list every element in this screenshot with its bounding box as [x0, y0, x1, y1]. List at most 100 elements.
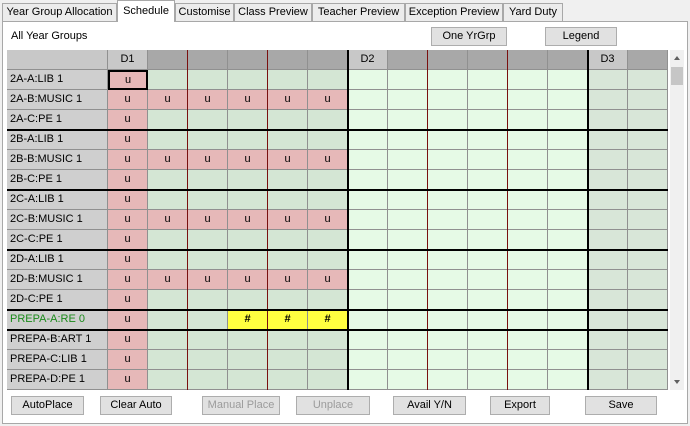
- schedule-cell[interactable]: [428, 250, 468, 270]
- schedule-cell[interactable]: [468, 250, 508, 270]
- schedule-cell[interactable]: [388, 110, 428, 130]
- row-label[interactable]: 2B-C:PE 1: [7, 170, 108, 190]
- schedule-cell[interactable]: [228, 350, 268, 370]
- tab-yard-duty[interactable]: Yard Duty: [503, 3, 563, 21]
- row-label[interactable]: 2D-A:LIB 1: [7, 250, 108, 270]
- schedule-cell[interactable]: [628, 150, 668, 170]
- schedule-cell[interactable]: [588, 150, 628, 170]
- schedule-cell[interactable]: u: [308, 150, 348, 170]
- schedule-cell[interactable]: [508, 230, 548, 250]
- schedule-cell[interactable]: [628, 190, 668, 210]
- schedule-cell[interactable]: #: [268, 310, 308, 330]
- schedule-cell[interactable]: [508, 190, 548, 210]
- schedule-cell[interactable]: [428, 90, 468, 110]
- schedule-cell[interactable]: u: [148, 90, 188, 110]
- schedule-cell[interactable]: [588, 170, 628, 190]
- schedule-cell[interactable]: [148, 230, 188, 250]
- schedule-cell[interactable]: [348, 310, 388, 330]
- schedule-cell[interactable]: [468, 170, 508, 190]
- schedule-cell[interactable]: [508, 170, 548, 190]
- schedule-cell[interactable]: [348, 70, 388, 90]
- schedule-cell[interactable]: #: [228, 310, 268, 330]
- schedule-cell[interactable]: u: [268, 210, 308, 230]
- one-yrgrp-button[interactable]: One YrGrp: [431, 27, 507, 46]
- tab-teacher-preview[interactable]: Teacher Preview: [312, 3, 405, 21]
- schedule-cell[interactable]: [268, 290, 308, 310]
- schedule-cell[interactable]: [588, 350, 628, 370]
- schedule-cell[interactable]: [348, 330, 388, 350]
- schedule-cell[interactable]: [428, 370, 468, 390]
- schedule-cell[interactable]: u: [268, 270, 308, 290]
- schedule-cell[interactable]: [508, 150, 548, 170]
- schedule-cell[interactable]: [628, 330, 668, 350]
- schedule-cell[interactable]: [388, 170, 428, 190]
- schedule-cell[interactable]: [348, 190, 388, 210]
- row-label[interactable]: 2C-A:LIB 1: [7, 190, 108, 210]
- schedule-cell[interactable]: u: [108, 310, 148, 330]
- schedule-cell[interactable]: [468, 190, 508, 210]
- schedule-cell[interactable]: [188, 190, 228, 210]
- schedule-cell[interactable]: u: [108, 290, 148, 310]
- row-label[interactable]: 2C-B:MUSIC 1: [7, 210, 108, 230]
- row-label[interactable]: PREPA-D:PE 1: [7, 370, 108, 390]
- schedule-cell[interactable]: [148, 330, 188, 350]
- schedule-cell[interactable]: u: [308, 210, 348, 230]
- export-button[interactable]: Export: [490, 396, 550, 415]
- schedule-cell[interactable]: [188, 370, 228, 390]
- schedule-cell[interactable]: [348, 350, 388, 370]
- schedule-cell[interactable]: [148, 350, 188, 370]
- schedule-cell[interactable]: [388, 230, 428, 250]
- schedule-cell[interactable]: [428, 170, 468, 190]
- schedule-cell[interactable]: [628, 230, 668, 250]
- row-label[interactable]: 2B-A:LIB 1: [7, 130, 108, 150]
- schedule-cell[interactable]: u: [108, 130, 148, 150]
- schedule-cell[interactable]: [228, 190, 268, 210]
- schedule-cell[interactable]: [388, 90, 428, 110]
- schedule-cell[interactable]: u: [228, 150, 268, 170]
- schedule-cell[interactable]: [268, 70, 308, 90]
- schedule-cell[interactable]: u: [108, 190, 148, 210]
- schedule-cell[interactable]: [548, 230, 588, 250]
- schedule-cell[interactable]: [188, 330, 228, 350]
- schedule-cell[interactable]: [548, 310, 588, 330]
- schedule-cell[interactable]: [508, 330, 548, 350]
- schedule-cell[interactable]: [428, 130, 468, 150]
- schedule-cell[interactable]: [428, 190, 468, 210]
- schedule-cell[interactable]: [588, 290, 628, 310]
- schedule-cell[interactable]: [548, 70, 588, 90]
- scroll-down-button[interactable]: [670, 374, 684, 390]
- schedule-cell[interactable]: [428, 70, 468, 90]
- schedule-cell[interactable]: [268, 190, 308, 210]
- schedule-cell[interactable]: [308, 330, 348, 350]
- schedule-cell[interactable]: [548, 270, 588, 290]
- schedule-cell[interactable]: [308, 190, 348, 210]
- schedule-cell[interactable]: u: [108, 350, 148, 370]
- schedule-cell[interactable]: [508, 250, 548, 270]
- schedule-cell[interactable]: [508, 290, 548, 310]
- schedule-cell[interactable]: [388, 370, 428, 390]
- schedule-cell[interactable]: u: [148, 270, 188, 290]
- schedule-cell[interactable]: u: [108, 370, 148, 390]
- row-label[interactable]: 2A-C:PE 1: [7, 110, 108, 130]
- schedule-cell[interactable]: [348, 270, 388, 290]
- schedule-cell[interactable]: [588, 330, 628, 350]
- schedule-cell[interactable]: [268, 370, 308, 390]
- schedule-cell[interactable]: [508, 110, 548, 130]
- schedule-cell[interactable]: [548, 110, 588, 130]
- schedule-cell[interactable]: [588, 210, 628, 230]
- schedule-cell[interactable]: [428, 310, 468, 330]
- schedule-cell[interactable]: [508, 370, 548, 390]
- schedule-cell[interactable]: [228, 230, 268, 250]
- schedule-cell[interactable]: [468, 330, 508, 350]
- schedule-cell[interactable]: [188, 250, 228, 270]
- row-label[interactable]: 2A-B:MUSIC 1: [7, 90, 108, 110]
- schedule-cell[interactable]: u: [148, 150, 188, 170]
- schedule-cell[interactable]: [508, 310, 548, 330]
- schedule-cell[interactable]: [508, 350, 548, 370]
- schedule-cell[interactable]: [388, 310, 428, 330]
- schedule-cell[interactable]: [388, 130, 428, 150]
- row-label[interactable]: 2C-C:PE 1: [7, 230, 108, 250]
- row-label[interactable]: PREPA-C:LIB 1: [7, 350, 108, 370]
- schedule-cell[interactable]: [148, 290, 188, 310]
- tab-customise[interactable]: Customise: [175, 3, 234, 21]
